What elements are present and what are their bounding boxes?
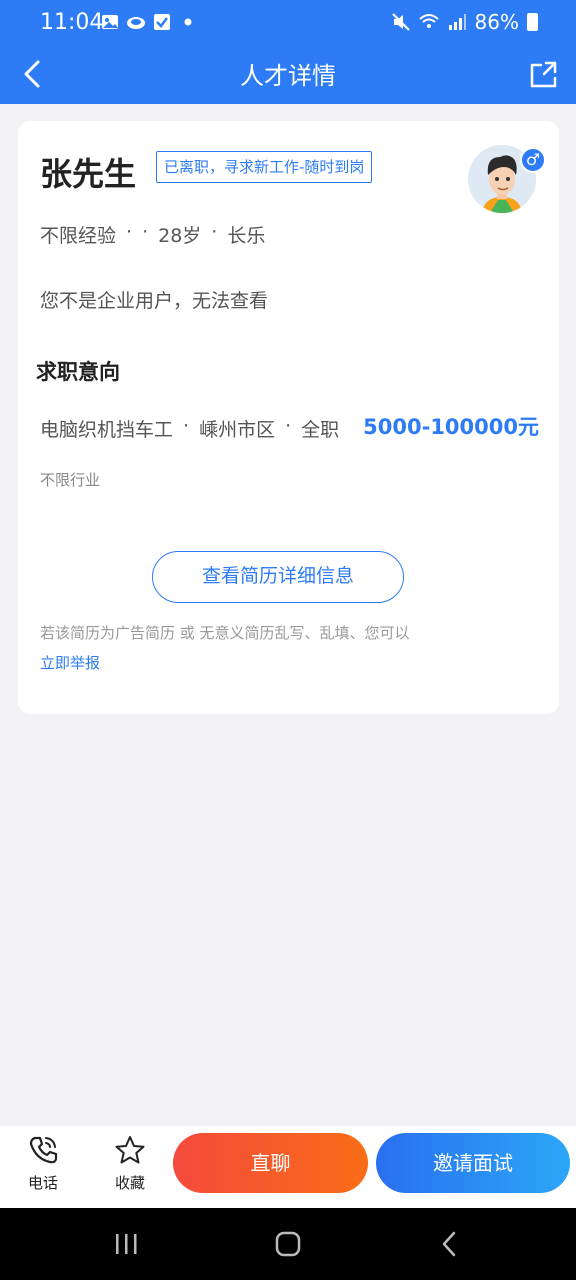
status-bar: 11:04 86% — [0, 0, 576, 46]
intended-position: 电脑织机挡车工 — [40, 419, 174, 441]
status-right-icons: 86% — [391, 10, 538, 34]
star-icon — [115, 1136, 145, 1164]
status-time: 11:04 — [40, 10, 104, 35]
job-intent-title: 求职意向 — [36, 360, 120, 384]
bottom-action-bar: 电话 收藏 直聊 邀请面试 — [0, 1126, 576, 1208]
intent-separator: · — [285, 415, 292, 437]
invite-interview-button[interactable]: 邀请面试 — [376, 1133, 570, 1193]
favorite-label: 收藏 — [114, 1174, 145, 1192]
job-intent-details: 电脑织机挡车工 · 嵊州市区 · 全职 — [40, 415, 339, 442]
system-back-icon[interactable] — [432, 1228, 468, 1260]
location: 长乐 — [227, 225, 266, 247]
intent-separator: · — [183, 415, 190, 437]
phone-label: 电话 — [27, 1174, 58, 1192]
task-check-icon — [154, 14, 170, 30]
expected-salary: 5000-100000元 — [363, 415, 539, 439]
access-notice: 您不是企业用户，无法查看 — [40, 290, 269, 312]
battery-percent: 86% — [474, 10, 519, 34]
favorite-button[interactable]: 收藏 — [100, 1134, 160, 1193]
candidate-meta: 不限经验 · · 28岁 · 长乐 — [40, 221, 265, 248]
employment-status-tag: 已离职，寻求新工作-随时到岗 — [156, 151, 373, 183]
job-type: 全职 — [301, 419, 340, 441]
male-gender-icon: ♂ — [520, 147, 546, 173]
phone-icon — [29, 1136, 58, 1164]
experience: 不限经验 — [40, 225, 117, 247]
recent-apps-icon[interactable] — [108, 1228, 144, 1260]
battery-icon — [527, 13, 538, 31]
intended-area: 嵊州市区 — [199, 419, 276, 441]
app-notification-icon — [127, 17, 145, 29]
view-resume-button[interactable]: 查看简历详细信息 — [152, 551, 404, 603]
meta-separator: · — [126, 221, 133, 243]
nav-bar: 人才详情 — [0, 46, 576, 104]
avatar: ♂ — [468, 143, 546, 215]
intended-industry: 不限行业 — [40, 471, 101, 489]
candidate-name: 张先生 — [40, 155, 137, 193]
dot-icon — [184, 18, 192, 26]
signal-icon — [448, 14, 466, 30]
meta-separator: · — [211, 221, 218, 243]
wifi-icon — [418, 14, 439, 28]
phone-button[interactable]: 电话 — [13, 1134, 73, 1193]
system-navigation-bar — [0, 1208, 576, 1280]
resume-card: 张先生 已离职，寻求新工作-随时到岗 ♂ 不限经验 · · 28岁 · 长乐 您… — [18, 121, 559, 714]
report-link[interactable]: 立即举报 — [40, 652, 100, 673]
app-header: 11:04 86% 人才详情 — [0, 0, 576, 104]
report-hint-text: 若该简历为广告简历 或 无意义简历乱写、乱填、您可以 — [40, 624, 410, 642]
gallery-icon — [102, 15, 118, 29]
meta-separator: · — [142, 221, 149, 243]
page-title: 人才详情 — [240, 62, 336, 90]
home-icon[interactable] — [270, 1228, 306, 1260]
age: 28岁 — [158, 225, 202, 247]
mute-icon — [391, 13, 410, 31]
direct-chat-button[interactable]: 直聊 — [173, 1133, 368, 1193]
share-icon[interactable] — [524, 54, 564, 94]
status-notification-icons — [100, 12, 198, 32]
